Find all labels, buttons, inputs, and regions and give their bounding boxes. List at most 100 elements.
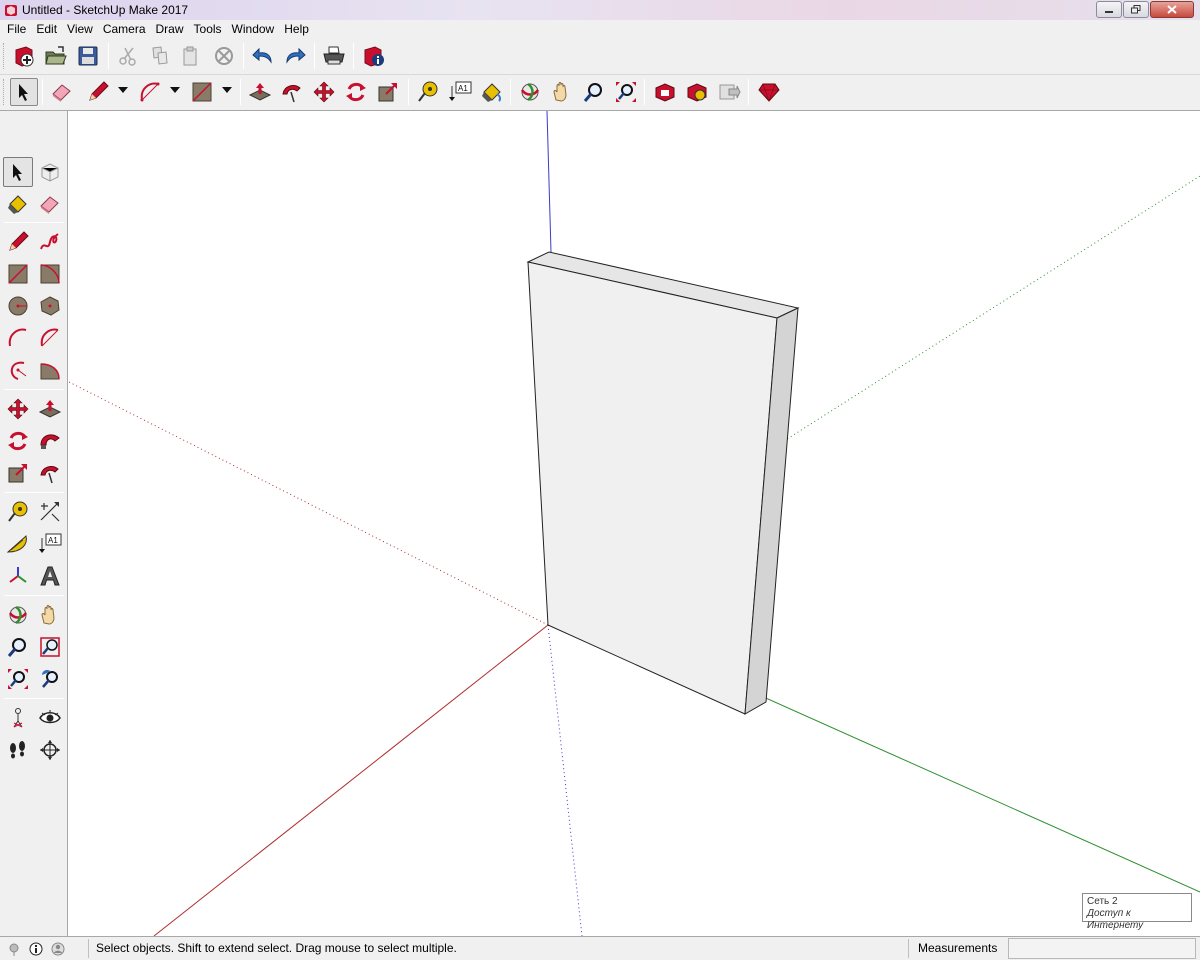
paint-bucket-tool-button[interactable] [3,189,33,219]
tape-measure-tool-button[interactable] [3,497,33,527]
pie-tool-button[interactable] [35,355,65,385]
undo-button[interactable] [249,42,277,70]
toolbar-grip[interactable] [3,79,6,105]
push-pull-tool-button[interactable] [35,394,65,424]
select-tool-button[interactable] [3,157,33,187]
extension-manager-button[interactable] [755,78,783,106]
delete-button[interactable] [210,42,238,70]
menu-edit[interactable]: Edit [31,20,62,39]
save-button[interactable] [74,42,102,70]
eraser-tool-button[interactable] [48,78,76,106]
extension-ruby-icon [758,83,780,102]
open-button[interactable] [42,42,70,70]
minimize-icon [1105,10,1113,13]
rectangle-tool-button[interactable] [188,78,216,106]
copy-button[interactable] [146,42,174,70]
save-icon [78,46,98,66]
offset-tool-button[interactable] [35,458,65,488]
follow-me-tool-button[interactable] [278,78,306,106]
eraser-tool-button[interactable] [35,189,65,219]
zoom-tool-button[interactable] [580,78,608,106]
scene-canvas[interactable] [69,111,1200,936]
box-front-face[interactable] [527,261,778,715]
three-point-arc-tool-button[interactable] [3,355,33,385]
scale-tool-button[interactable] [3,458,33,488]
tape-measure-tool-button[interactable] [414,78,442,106]
move-tool-button[interactable] [310,78,338,106]
scale-tool-button[interactable] [374,78,402,106]
arc-tool-button[interactable] [136,78,164,106]
section-plane-tool-button[interactable] [35,735,65,765]
sign-in-button[interactable] [50,941,66,957]
model-info-button[interactable] [360,42,388,70]
zoom-window-tool-button[interactable] [35,632,65,662]
push-pull-tool-button[interactable] [246,78,274,106]
zoom-extents-icon [8,669,28,689]
menu-help[interactable]: Help [279,20,314,39]
select-tool-button[interactable] [10,78,38,106]
previous-view-tool-button[interactable] [35,664,65,694]
protractor-tool-button[interactable] [3,529,33,559]
shape-tool-dropdown[interactable] [222,87,232,93]
paint-bucket-tool-button[interactable] [478,78,506,106]
arc-tool-button[interactable] [3,323,33,353]
line-tool-button[interactable] [3,227,33,257]
make-component-button[interactable] [35,157,65,187]
close-button[interactable] [1150,1,1194,18]
menu-camera[interactable]: Camera [98,20,151,39]
modeling-viewport[interactable] [69,111,1200,936]
zoom-tool-button[interactable] [3,632,33,662]
pan-tool-button[interactable] [35,600,65,630]
menu-window[interactable]: Window [227,20,280,39]
text-tool-button[interactable]: A1 [446,78,474,106]
credits-button[interactable] [28,941,44,957]
restore-button[interactable] [1123,1,1149,18]
orbit-tool-button[interactable] [3,600,33,630]
dimension-tool-button[interactable] [35,497,65,527]
zoom-extents-tool-button[interactable] [612,78,640,106]
rotate-icon [346,82,366,102]
3d-warehouse-button[interactable] [651,78,679,106]
print-button[interactable] [320,42,348,70]
line-tool-dropdown[interactable] [118,87,128,93]
pan-tool-button[interactable] [548,78,576,106]
line-tool-button[interactable] [84,78,112,106]
rotate-tool-button[interactable] [3,426,33,456]
rotate-tool-button[interactable] [342,78,370,106]
extension-warehouse-button[interactable] [683,78,711,106]
geolocation-button[interactable] [6,941,22,957]
axes-tool-button[interactable] [3,561,33,591]
menu-tools[interactable]: Tools [189,20,227,39]
menu-view[interactable]: View [62,20,98,39]
orbit-tool-button[interactable] [516,78,544,106]
rectangle-tool-button[interactable] [3,259,33,289]
three-point-arc-icon [10,361,27,380]
toolbar-grip[interactable] [3,43,6,69]
menu-draw[interactable]: Draw [151,20,189,39]
info-circle-icon [29,942,43,955]
measurements-input[interactable] [1008,938,1196,959]
position-camera-tool-button[interactable] [3,703,33,733]
follow-me-tool-button[interactable] [35,426,65,456]
previous-view-icon [42,670,58,688]
walk-tool-button[interactable] [3,735,33,765]
rotated-rectangle-tool-button[interactable] [35,259,65,289]
cut-button[interactable] [114,42,142,70]
minimize-button[interactable] [1096,1,1122,18]
3d-text-tool-button[interactable] [35,561,65,591]
new-file-button[interactable] [10,42,38,70]
menu-file[interactable]: File [2,20,31,39]
arc-tool-dropdown[interactable] [170,87,180,93]
send-to-layout-button[interactable] [715,78,743,106]
circle-tool-button[interactable] [3,291,33,321]
toolbar-separator [4,595,64,596]
zoom-extents-tool-button[interactable] [3,664,33,694]
redo-button[interactable] [281,42,309,70]
move-tool-button[interactable] [3,394,33,424]
text-tool-button[interactable]: A1 [35,529,65,559]
freehand-tool-button[interactable] [35,227,65,257]
paste-button[interactable] [176,42,204,70]
look-around-tool-button[interactable] [35,703,65,733]
two-point-arc-tool-button[interactable] [35,323,65,353]
polygon-tool-button[interactable] [35,291,65,321]
